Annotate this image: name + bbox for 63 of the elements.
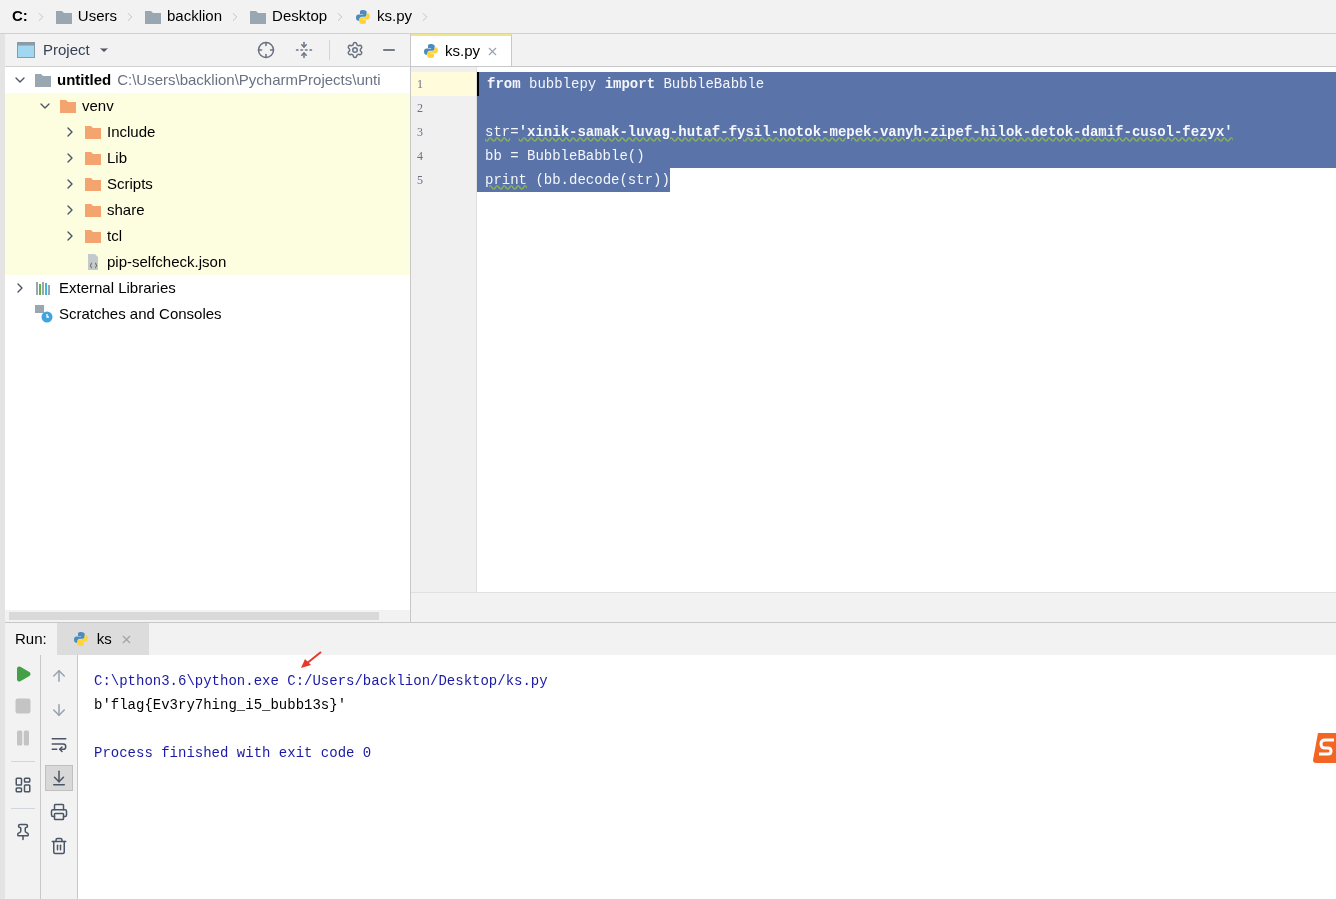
project-view-dropdown[interactable]: Project xyxy=(43,38,110,62)
scrollbar[interactable] xyxy=(9,612,379,620)
tree-row[interactable]: Scripts xyxy=(5,171,410,197)
console-line: Process finished with exit code 0 xyxy=(94,743,372,763)
layout-icon[interactable] xyxy=(13,776,32,794)
breadcrumb-item[interactable]: Users xyxy=(77,5,117,28)
line-number: 5 xyxy=(417,172,423,189)
line-number: 1 xyxy=(417,76,423,93)
console-line: b'flag{Ev3ry7hing_i5_bubb13s}' xyxy=(94,695,347,715)
folder-icon xyxy=(60,99,76,113)
collapse-icon[interactable] xyxy=(295,41,313,59)
tree-row[interactable]: Lib xyxy=(5,145,410,171)
tree-item[interactable]: share xyxy=(107,198,145,222)
tree-row[interactable]: Scratches and Consoles xyxy=(5,301,410,327)
scroll-to-end-icon[interactable] xyxy=(45,765,73,791)
panel-icon xyxy=(17,42,35,58)
tree-item[interactable]: pip-selfcheck.json xyxy=(107,250,227,274)
editor-tab[interactable]: ks.py xyxy=(411,34,512,66)
console-line: C:\pthon3.6\python.exe C:/Users/backlion/Desktop/ks.py xyxy=(94,671,548,691)
breadcrumb-item[interactable]: C: xyxy=(12,5,28,28)
tree-row[interactable]: share xyxy=(5,197,410,223)
python-icon xyxy=(72,631,89,647)
folder-icon xyxy=(85,125,101,139)
folder-icon xyxy=(35,73,51,87)
breadcrumb-item[interactable]: ks.py xyxy=(377,5,413,28)
folder-icon xyxy=(85,177,101,191)
input-method-icon[interactable] xyxy=(1312,731,1336,765)
tree-item[interactable]: External Libraries xyxy=(59,276,176,300)
line-number: 4 xyxy=(417,148,423,165)
libraries-icon xyxy=(35,280,53,296)
run-label: Run: xyxy=(14,628,48,649)
breadcrumb-item[interactable]: backlion xyxy=(167,5,223,28)
path-label: C:\Users\backlion\PycharmProjects\unti xyxy=(117,69,381,90)
tree-item[interactable]: Scripts xyxy=(107,172,153,196)
folder-icon xyxy=(85,229,101,243)
tree-item[interactable]: Include xyxy=(107,120,156,144)
tree-item[interactable]: untitled xyxy=(57,68,112,92)
tree-row[interactable]: venv xyxy=(5,93,410,119)
folder-icon xyxy=(145,9,161,24)
folder-icon xyxy=(55,9,72,24)
run-tab[interactable]: ks xyxy=(56,623,149,655)
json-file-icon xyxy=(85,253,101,271)
breadcrumb-item[interactable]: Desktop xyxy=(272,5,328,28)
tree-item[interactable]: Scratches and Consoles xyxy=(59,302,222,326)
folder-icon xyxy=(250,9,267,24)
folder-icon xyxy=(85,151,101,165)
tree-item[interactable]: Lib xyxy=(107,146,128,170)
line-number: 2 xyxy=(417,100,423,117)
locate-icon[interactable] xyxy=(257,41,275,59)
tree-item[interactable]: venv xyxy=(82,94,114,118)
tree-row[interactable]: tcl xyxy=(5,223,410,249)
annotation-arrow-icon xyxy=(300,651,322,669)
folder-icon xyxy=(85,203,101,217)
tree-row[interactable]: Include xyxy=(5,119,410,145)
python-icon xyxy=(423,43,439,59)
scratches-icon xyxy=(35,305,53,323)
tree-item[interactable]: tcl xyxy=(107,224,122,248)
tree-row[interactable]: pip-selfcheck.json xyxy=(5,249,410,275)
line-number: 3 xyxy=(417,124,423,141)
tree-row[interactable]: untitled C:\Users\backlion\PycharmProjects\unti xyxy=(5,67,410,93)
python-icon xyxy=(355,8,372,25)
settings-icon[interactable] xyxy=(346,41,364,59)
tree-row[interactable]: External Libraries xyxy=(5,275,410,301)
